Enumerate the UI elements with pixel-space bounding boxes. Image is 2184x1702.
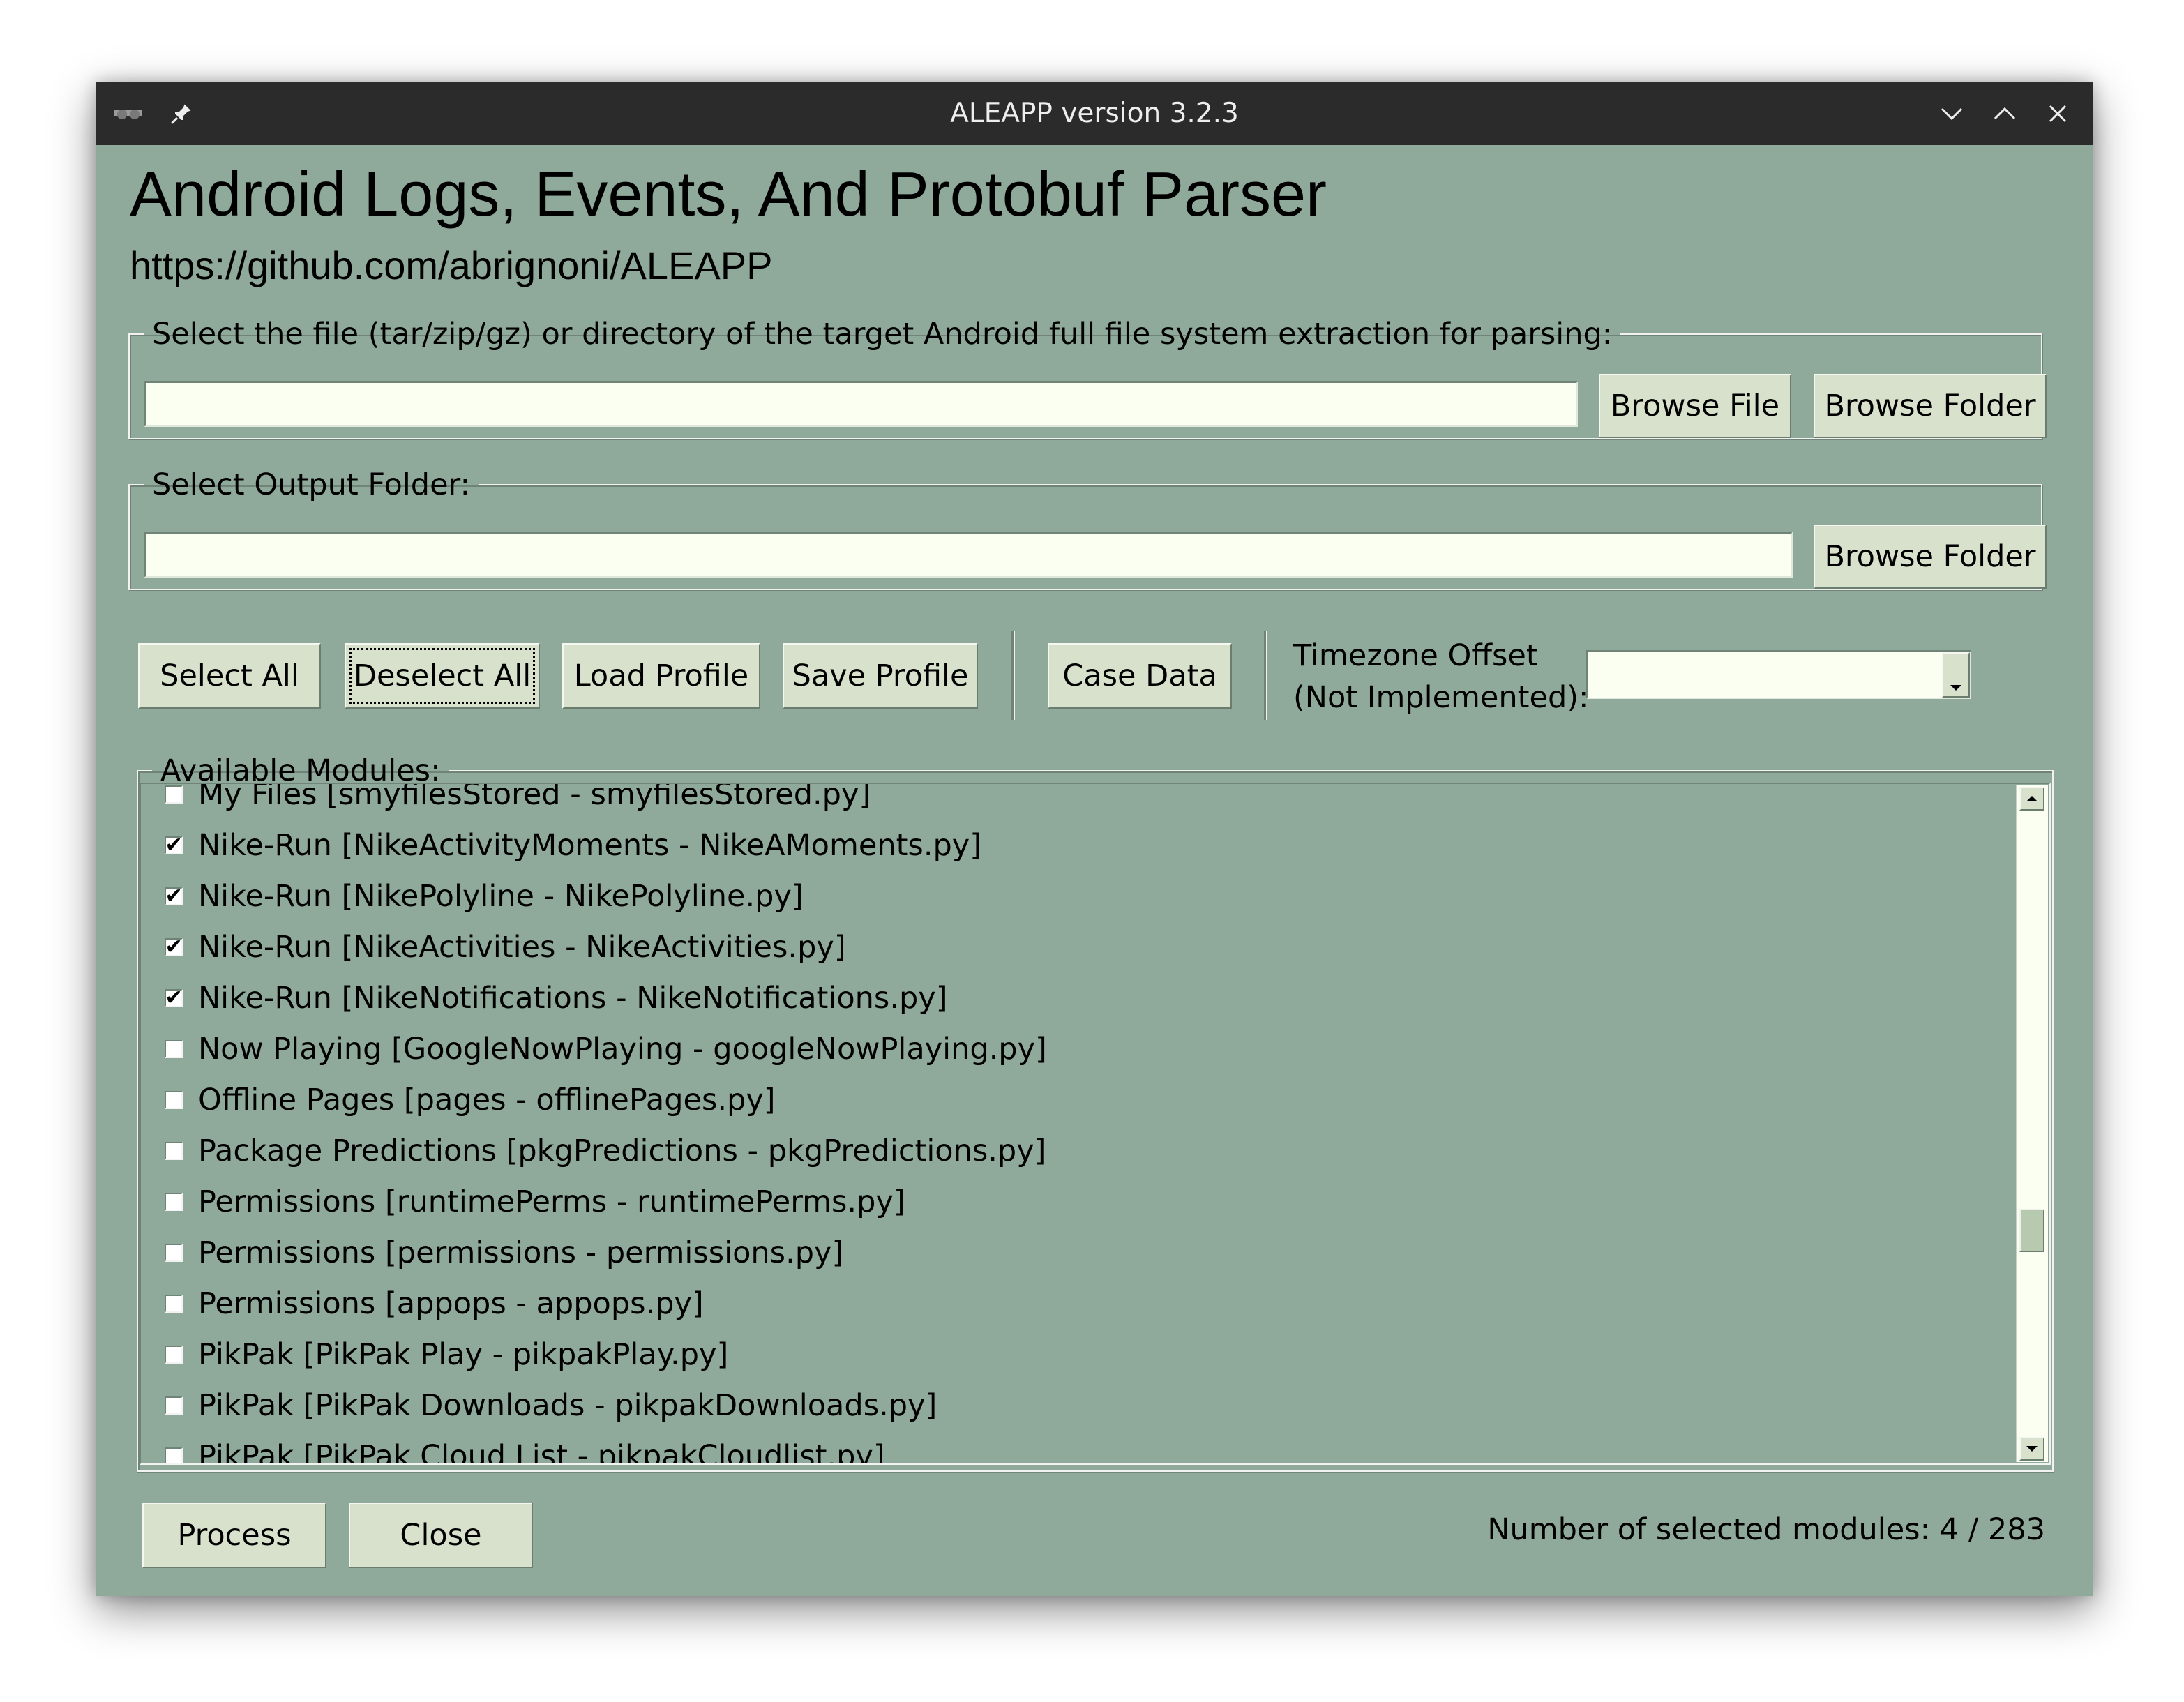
checkbox-checked-icon[interactable]: ✔	[165, 936, 183, 957]
toolbar-separator	[1011, 631, 1015, 720]
scroll-up-icon[interactable]	[2019, 787, 2044, 811]
module-label: Nike-Run [NikeNotifications - NikeNotifi…	[198, 980, 948, 1016]
selected-modules-status: Number of selected modules: 4 / 283	[1487, 1512, 2045, 1547]
input-source-legend: Select the file (tar/zip/gz) or director…	[152, 317, 1613, 352]
module-list-item[interactable]: PikPak [PikPak Play - pikpakPlay.py]	[141, 1329, 2008, 1380]
checkbox-icon[interactable]	[165, 1039, 183, 1058]
window-title: ALEAPP version 3.2.3	[950, 98, 1239, 129]
main-window: ALEAPP version 3.2.3 Android Logs, Event…	[96, 82, 2093, 1596]
modules-list[interactable]: My Files [smyfilesStored - smyfilesStore…	[140, 783, 2051, 1465]
module-label: My Files [smyfilesStored - smyfilesStore…	[198, 783, 871, 812]
module-label: Offline Pages [pages - offlinePages.py]	[198, 1082, 776, 1117]
module-list-item[interactable]: PikPak [PikPak Downloads - pikpakDownloa…	[141, 1380, 2008, 1431]
module-label: PikPak [PikPak Downloads - pikpakDownloa…	[198, 1387, 937, 1423]
checkbox-icon[interactable]	[165, 1447, 183, 1463]
project-url: https://github.com/abrignoni/ALEAPP	[130, 243, 773, 287]
checkbox-icon[interactable]	[165, 1294, 183, 1313]
maximize-icon[interactable]	[1984, 82, 2026, 145]
checkbox-icon[interactable]	[165, 785, 183, 804]
browse-file-button[interactable]: Browse File	[1599, 374, 1791, 438]
scrollbar-thumb[interactable]	[2019, 1209, 2044, 1253]
pin-icon[interactable]	[163, 82, 199, 145]
timezone-label: Timezone Offset (Not Implemented):	[1293, 635, 1589, 718]
input-path-field[interactable]	[144, 381, 1578, 427]
checkbox-icon[interactable]	[165, 1090, 183, 1109]
modules-scrollbar[interactable]	[2016, 785, 2048, 1462]
app-icon[interactable]	[110, 82, 146, 145]
timezone-label-line2: (Not Implemented):	[1293, 680, 1589, 715]
module-list-item[interactable]: ✔ Nike-Run [NikeActivities - NikeActiviti…	[141, 921, 2008, 972]
chevron-down-icon[interactable]	[1942, 652, 1970, 698]
checkbox-checked-icon[interactable]: ✔	[165, 885, 183, 906]
module-label: Permissions [runtimePerms - runtimePerms…	[198, 1184, 905, 1219]
module-label: Permissions [permissions - permissions.p…	[198, 1235, 844, 1270]
module-list-item[interactable]: Permissions [runtimePerms - runtimePerms…	[141, 1176, 2008, 1227]
browse-output-folder-button[interactable]: Browse Folder	[1814, 525, 2047, 589]
module-list-item[interactable]: ✔ Nike-Run [NikeNotifications - NikeNotif…	[141, 972, 2008, 1023]
page-title: Android Logs, Events, And Protobuf Parse…	[130, 160, 1327, 229]
select-all-button[interactable]: Select All	[138, 643, 321, 709]
module-list-item[interactable]: Permissions [appops - appops.py]	[141, 1278, 2008, 1329]
output-folder-legend: Select Output Folder:	[152, 467, 470, 502]
checkbox-checked-icon[interactable]: ✔	[165, 987, 183, 1008]
save-profile-button[interactable]: Save Profile	[783, 643, 978, 709]
minimize-icon[interactable]	[1931, 82, 1973, 145]
close-button[interactable]: Close	[349, 1503, 533, 1568]
browse-input-folder-button[interactable]: Browse Folder	[1814, 374, 2047, 438]
module-rows: My Files [smyfilesStored - smyfilesStore…	[141, 783, 2008, 1465]
deselect-all-button[interactable]: Deselect All	[345, 643, 540, 709]
title-bar[interactable]: ALEAPP version 3.2.3	[96, 82, 2093, 145]
checkbox-icon[interactable]	[165, 1243, 183, 1262]
close-icon[interactable]	[2037, 82, 2079, 145]
module-list-item[interactable]: PikPak [PikPak Cloud List - pikpakCloudl…	[141, 1431, 2008, 1465]
module-list-item[interactable]: ✔ Nike-Run [NikeActivityMoments - NikeAMo…	[141, 820, 2008, 871]
module-label: PikPak [PikPak Cloud List - pikpakCloudl…	[198, 1438, 885, 1465]
checkbox-icon[interactable]	[165, 1396, 183, 1415]
module-label: Nike-Run [NikeActivities - NikeActivitie…	[198, 929, 846, 965]
module-label: Permissions [appops - appops.py]	[198, 1286, 704, 1321]
checkbox-checked-icon[interactable]: ✔	[165, 834, 183, 855]
process-button[interactable]: Process	[142, 1503, 326, 1568]
toolbar-separator	[1264, 631, 1267, 720]
module-label: Nike-Run [NikePolyline - NikePolyline.py…	[198, 878, 804, 914]
module-list-item[interactable]: Offline Pages [pages - offlinePages.py]	[141, 1074, 2008, 1125]
timezone-label-line1: Timezone Offset	[1293, 638, 1538, 673]
checkbox-icon[interactable]	[165, 1345, 183, 1364]
module-label: Nike-Run [NikeActivityMoments - NikeAMom…	[198, 827, 982, 863]
output-path-field[interactable]	[144, 532, 1793, 578]
scroll-down-icon[interactable]	[2019, 1437, 2044, 1461]
module-list-item[interactable]: Package Predictions [pkgPredictions - pk…	[141, 1125, 2008, 1176]
module-list-item[interactable]: Now Playing [GoogleNowPlaying - googleNo…	[141, 1023, 2008, 1074]
checkbox-icon[interactable]	[165, 1192, 183, 1211]
load-profile-button[interactable]: Load Profile	[562, 643, 760, 709]
module-label: Now Playing [GoogleNowPlaying - googleNo…	[198, 1031, 1047, 1067]
case-data-button[interactable]: Case Data	[1048, 643, 1232, 709]
module-list-item[interactable]: ✔ Nike-Run [NikePolyline - NikePolyline.p…	[141, 871, 2008, 921]
timezone-select[interactable]	[1586, 650, 1971, 699]
module-label: PikPak [PikPak Play - pikpakPlay.py]	[198, 1336, 729, 1372]
module-list-item[interactable]: My Files [smyfilesStored - smyfilesStore…	[141, 783, 2008, 820]
module-label: Package Predictions [pkgPredictions - pk…	[198, 1133, 1046, 1168]
module-list-item[interactable]: Permissions [permissions - permissions.p…	[141, 1227, 2008, 1278]
checkbox-icon[interactable]	[165, 1141, 183, 1160]
